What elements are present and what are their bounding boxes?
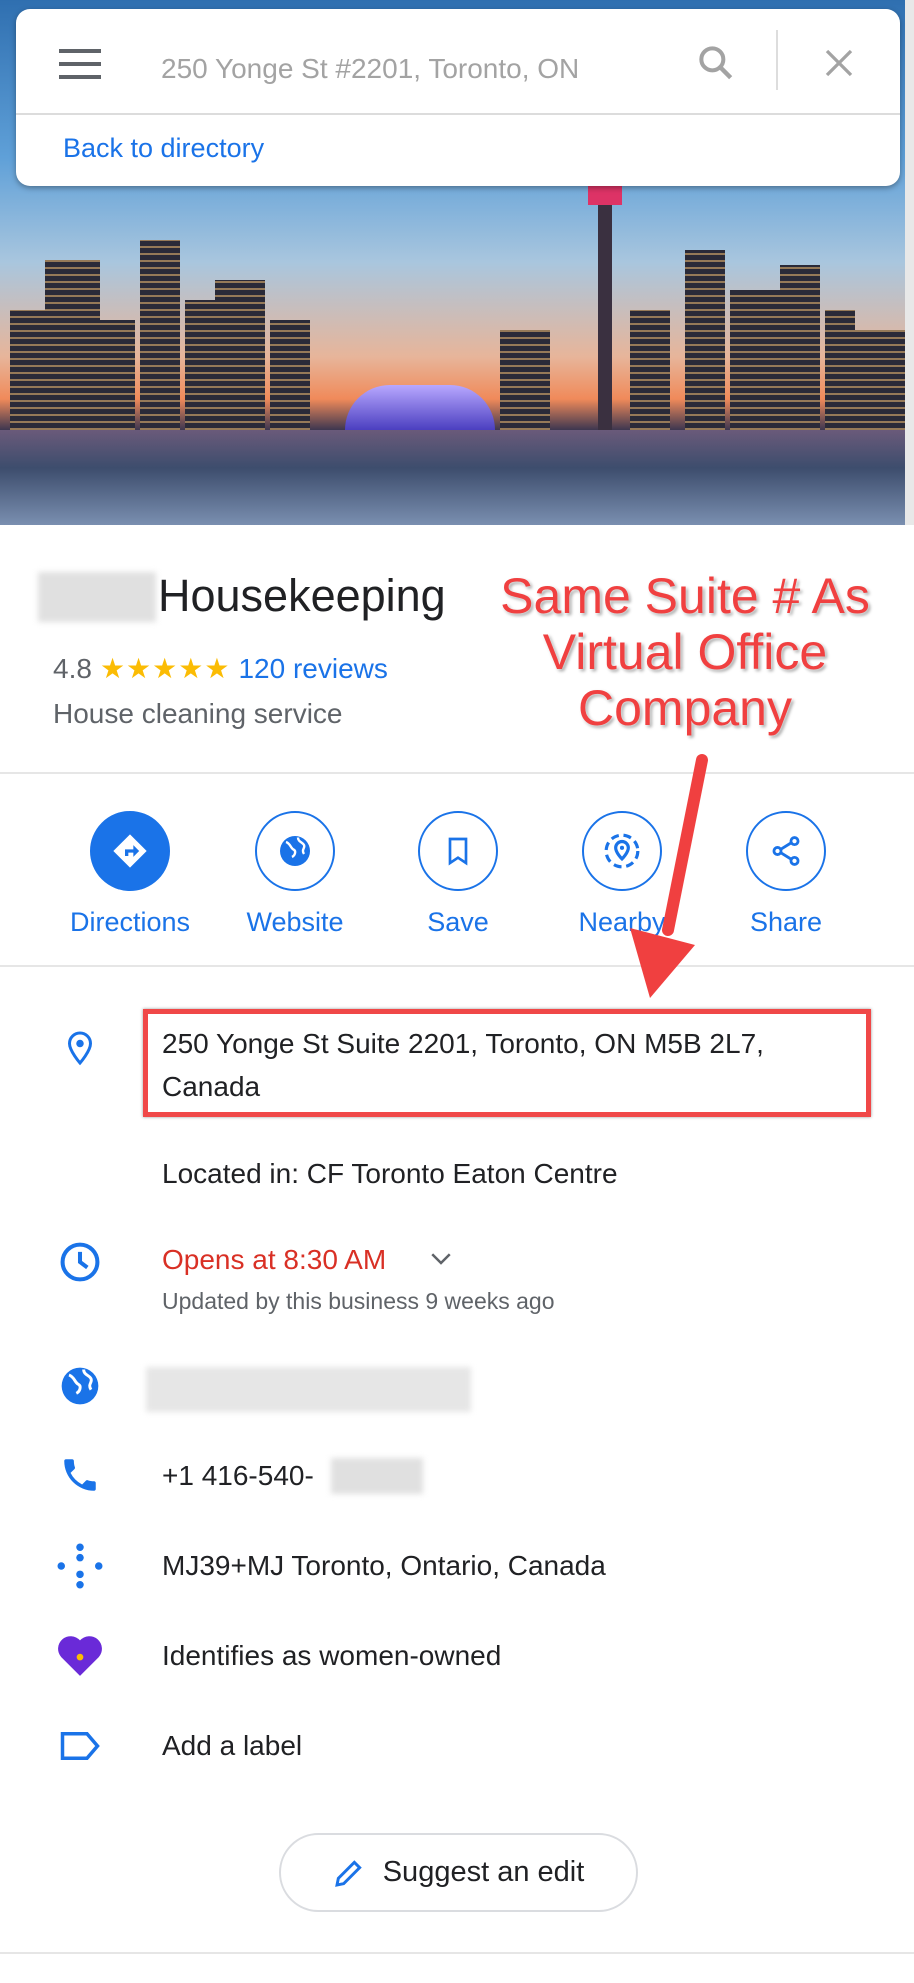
search-input[interactable]: 250 Yonge St #2201, Toronto, ON bbox=[161, 53, 661, 85]
divider bbox=[0, 965, 914, 967]
hours-status-text: Opens at 8:30 AM bbox=[162, 1244, 387, 1275]
plus-code[interactable]: MJ39+MJ Toronto, Ontario, Canada bbox=[162, 1544, 606, 1587]
suggest-edit-label: Suggest an edit bbox=[382, 1856, 585, 1888]
back-to-directory-link[interactable]: Back to directory bbox=[63, 133, 264, 164]
globe-icon bbox=[55, 1361, 105, 1411]
directions-button[interactable]: Directions bbox=[50, 811, 210, 938]
divider bbox=[776, 30, 778, 90]
share-label: Share bbox=[749, 907, 823, 937]
place-category[interactable]: House cleaning service bbox=[53, 698, 343, 730]
hours-status[interactable]: Opens at 8:30 AM bbox=[162, 1238, 456, 1281]
suggest-edit-button[interactable]: Suggest an edit bbox=[279, 1833, 638, 1912]
search-card: 250 Yonge St #2201, Toronto, ON Back to … bbox=[16, 9, 900, 186]
directions-label: Directions bbox=[69, 907, 191, 937]
website-label: Website bbox=[246, 907, 344, 937]
located-in[interactable]: Located in: CF Toronto Eaton Centre bbox=[162, 1152, 618, 1195]
chevron-down-icon[interactable] bbox=[426, 1243, 456, 1273]
bookmark-icon bbox=[448, 837, 468, 866]
pencil-icon bbox=[334, 1859, 362, 1887]
nearby-label: Nearby bbox=[578, 907, 666, 937]
redacted-name bbox=[38, 572, 156, 622]
menu-icon[interactable] bbox=[59, 49, 101, 79]
label-icon bbox=[55, 1721, 105, 1771]
women-owned: Identifies as women-owned bbox=[162, 1640, 502, 1671]
divider bbox=[16, 113, 900, 115]
annotation-line: Virtual Office bbox=[542, 623, 828, 681]
add-label[interactable]: Add a label bbox=[162, 1724, 302, 1767]
heart-icon bbox=[55, 1630, 105, 1680]
redacted-phone bbox=[331, 1458, 423, 1494]
directions-icon bbox=[113, 834, 147, 868]
annotation-highlight-box bbox=[143, 1009, 871, 1117]
save-button[interactable]: Save bbox=[378, 811, 538, 938]
nearby-button[interactable]: Nearby bbox=[542, 811, 702, 938]
annotation-text: Same Suite # As Virtual Office Company bbox=[440, 567, 914, 737]
divider bbox=[0, 772, 914, 774]
plus-code-icon bbox=[55, 1541, 105, 1591]
globe-icon bbox=[280, 836, 310, 866]
annotation-line: Same Suite # As bbox=[499, 567, 871, 625]
search-icon[interactable] bbox=[694, 41, 738, 85]
clock-icon bbox=[55, 1237, 105, 1287]
phone-number[interactable]: +1 416-540- bbox=[162, 1454, 314, 1497]
website-button[interactable]: Website bbox=[215, 811, 375, 938]
divider bbox=[0, 1952, 914, 1954]
reviews-link[interactable]: 120 reviews bbox=[238, 653, 387, 684]
rating-row: 4.8 ★★★★★ 120 reviews bbox=[53, 652, 388, 685]
redacted-website[interactable] bbox=[146, 1367, 471, 1412]
place-title: Housekeeping bbox=[158, 570, 446, 621]
save-label: Save bbox=[427, 907, 489, 937]
close-icon[interactable] bbox=[821, 45, 857, 81]
location-pin-icon bbox=[55, 1023, 105, 1073]
rating-value: 4.8 bbox=[53, 653, 92, 684]
hours-updated: Updated by this business 9 weeks ago bbox=[162, 1288, 555, 1314]
nearby-icon bbox=[604, 833, 640, 869]
share-icon bbox=[772, 836, 800, 866]
share-button[interactable]: Share bbox=[706, 811, 866, 938]
annotation-line: Company bbox=[577, 679, 793, 737]
scrollbar[interactable] bbox=[905, 0, 914, 525]
star-rating: ★★★★★ bbox=[99, 653, 231, 684]
phone-icon bbox=[55, 1450, 105, 1500]
